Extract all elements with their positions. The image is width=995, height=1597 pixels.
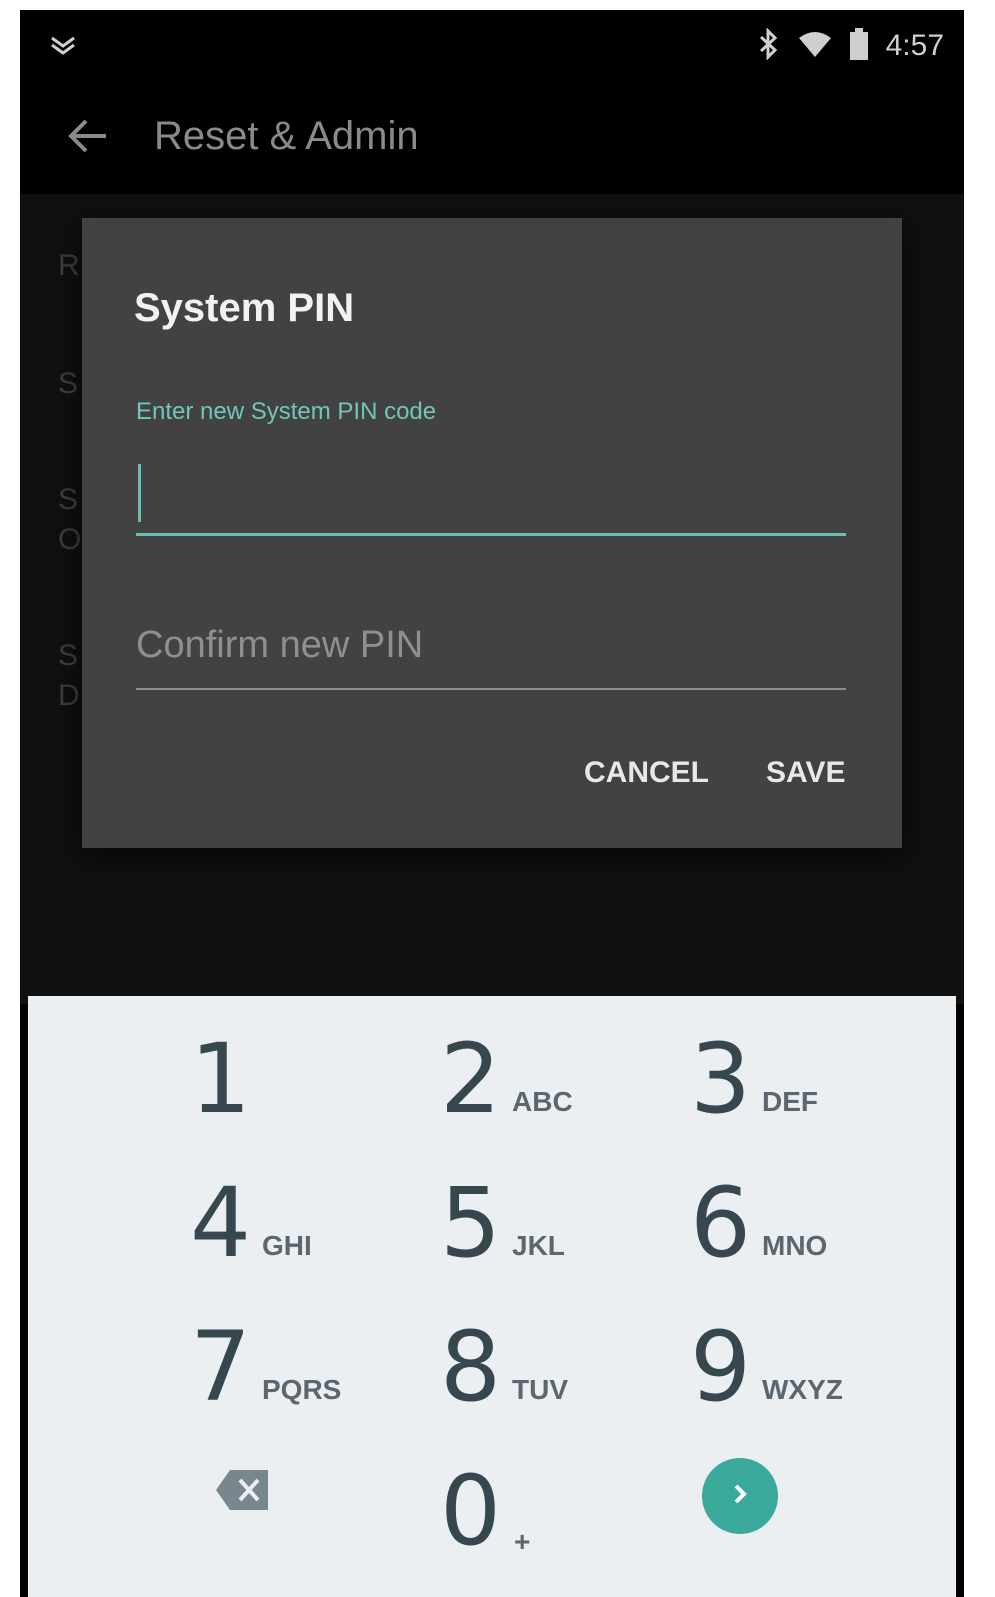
key-number: 4 — [190, 1167, 252, 1279]
key-number: 5 — [440, 1167, 502, 1279]
key-9[interactable]: 9 WXYZ — [690, 1312, 930, 1442]
backspace-button[interactable] — [214, 1468, 270, 1512]
cancel-button[interactable]: CANCEL — [584, 756, 709, 790]
status-time: 4:57 — [885, 29, 944, 62]
key-0[interactable]: 0 + — [440, 1456, 680, 1586]
key-letters: PQRS — [262, 1374, 342, 1405]
list-item-subtitle: D — [58, 679, 80, 712]
list-item-title: S — [58, 639, 79, 672]
pin-field-label: Enter new System PIN code — [136, 398, 437, 425]
key-number: 6 — [690, 1167, 752, 1279]
key-number: 3 — [690, 1023, 752, 1135]
key-3[interactable]: 3 DEF — [690, 1024, 930, 1154]
save-button[interactable]: SAVE — [766, 756, 845, 790]
key-1[interactable]: 1 — [190, 1024, 430, 1154]
back-button[interactable] — [60, 110, 116, 166]
pin-input[interactable] — [136, 450, 846, 536]
numeric-keypad: 1 2 ABC 3 DEF 4 GHI 5 JKL 6 MNO 7 PQRS 8 — [28, 996, 956, 1597]
status-icons: 4:57 — [758, 24, 944, 68]
list-item-subtitle: O — [58, 523, 82, 556]
page-title: Reset & Admin — [154, 114, 419, 158]
chevron-right-icon — [730, 1482, 750, 1511]
key-8[interactable]: 8 TUV — [440, 1312, 680, 1442]
key-5[interactable]: 5 JKL — [440, 1168, 680, 1298]
key-2[interactable]: 2 ABC — [440, 1024, 680, 1154]
key-letters: TUV — [512, 1374, 568, 1405]
status-bar: 4:57 — [20, 10, 964, 82]
next-button[interactable] — [702, 1458, 778, 1534]
key-number: 8 — [440, 1311, 502, 1423]
key-number: 9 — [690, 1311, 752, 1423]
list-item-title: S — [58, 483, 79, 516]
list-item: S O — [58, 480, 81, 560]
app-bar: Reset & Admin — [20, 82, 964, 194]
key-letters: + — [514, 1526, 531, 1557]
list-item: S D — [58, 636, 80, 716]
key-letters: WXYZ — [762, 1374, 843, 1405]
key-6[interactable]: 6 MNO — [690, 1168, 930, 1298]
notification-chevron-icon — [48, 30, 78, 60]
key-letters: DEF — [762, 1086, 818, 1117]
arrow-left-icon — [68, 118, 108, 159]
battery-icon — [849, 27, 868, 65]
key-letters: MNO — [762, 1230, 828, 1261]
key-number: 7 — [190, 1311, 252, 1423]
bluetooth-icon — [758, 26, 780, 65]
key-number: 0 — [440, 1455, 502, 1567]
phone-screen: 4:57 Reset & Admin R S S O S D System PI… — [20, 10, 964, 1597]
system-pin-dialog: System PIN Enter new System PIN code Con… — [82, 218, 902, 848]
confirm-pin-placeholder: Confirm new PIN — [136, 624, 424, 666]
list-item: R — [58, 246, 80, 286]
backspace-icon — [214, 1470, 270, 1516]
key-letters: JKL — [512, 1230, 565, 1261]
dialog-title: System PIN — [134, 286, 355, 330]
text-cursor — [138, 464, 141, 522]
list-item-title: S — [58, 367, 79, 400]
key-7[interactable]: 7 PQRS — [190, 1312, 430, 1442]
key-number: 2 — [440, 1023, 502, 1135]
wifi-icon — [798, 30, 832, 63]
key-4[interactable]: 4 GHI — [190, 1168, 430, 1298]
list-item: S — [58, 364, 78, 404]
confirm-pin-input[interactable]: Confirm new PIN — [136, 606, 846, 690]
key-letters: GHI — [262, 1230, 312, 1261]
list-item-title: R — [58, 249, 80, 282]
key-number: 1 — [190, 1023, 252, 1135]
key-letters: ABC — [512, 1086, 573, 1117]
